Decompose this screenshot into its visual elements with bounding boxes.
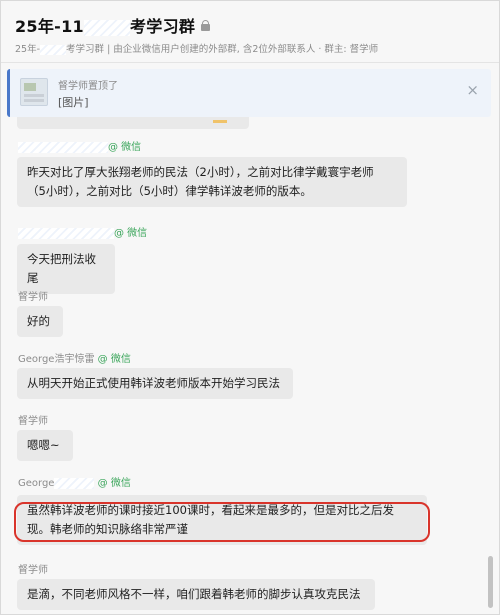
redacted-area — [18, 141, 108, 153]
subtitle-middle: 考学习群 — [66, 44, 105, 55]
message-bubble[interactable]: 虽然韩详波老师的课时接近100课时，看起来是最多的，但是对比之后发 现。韩老师的… — [17, 495, 427, 545]
subtitle-prefix: 25年- — [15, 44, 41, 55]
message-bubble[interactable]: 从明天开始正式使用韩详波老师版本开始学习民法 — [17, 368, 293, 399]
message-bubble[interactable]: 好的 — [17, 306, 63, 337]
chat-subtitle: 25年- 考学习群 | 由企业微信用户创建的外部群, 含2位外部联系人 · 群主:… — [15, 41, 495, 55]
wechat-tag: @ 微信 — [94, 478, 131, 489]
message-text-line: 昨天对比了厚大张翔老师的民法（2小时），之前对比律学戴寰宇老师 — [27, 165, 374, 179]
title-row: 25年-11 考学习群 — [15, 13, 211, 37]
pinned-message-bar[interactable]: 督学师置顶了 [图片] × — [7, 69, 491, 117]
lock-icon — [201, 19, 211, 31]
pinned-content: [图片] — [58, 96, 89, 109]
wechat-tag: @ 微信 — [108, 142, 142, 153]
chat-title-prefix: 25年-11 — [15, 17, 84, 36]
wechat-tag: @ 微信 — [114, 228, 148, 239]
subtitle-suffix: | 由企业微信用户创建的外部群, 含2位外部联系人 · 群主: 督学师 — [104, 44, 379, 55]
message-text-line: 虽然韩详波老师的课时接近100课时，看起来是最多的，但是对比之后发 — [27, 503, 394, 517]
wechat-tag: @ 微信 — [94, 354, 131, 365]
close-icon[interactable]: × — [466, 83, 479, 98]
chat-title[interactable]: 25年-11 考学习群 — [15, 13, 195, 37]
pinned-image-thumbnail[interactable] — [20, 78, 48, 106]
message-text-line: 嗯嗯~ — [27, 438, 60, 452]
message-text-line: 现。韩老师的知识脉络非常严谨 — [27, 522, 188, 536]
redacted-area — [18, 227, 114, 239]
message-sender[interactable]: 督学师 — [18, 288, 48, 303]
message-sender[interactable]: @ 微信 — [18, 138, 141, 153]
message-sender[interactable]: @ 微信 — [18, 224, 147, 239]
message-sender[interactable]: 督学师 — [18, 561, 48, 576]
message-list[interactable]: @ 微信 昨天对比了厚大张翔老师的民法（2小时），之前对比律学戴寰宇老师 （5小… — [1, 117, 499, 614]
message-bubble[interactable]: 嗯嗯~ — [17, 430, 73, 461]
message-sender[interactable]: 督学师 — [18, 412, 48, 427]
message-text-line: 好的 — [27, 314, 50, 328]
message-bubble-partial — [17, 117, 249, 129]
message-text-line: 是滴，不同老师风格不一样，咱们跟着韩老师的脚步认真攻克民法 — [27, 587, 361, 601]
message-bubble[interactable]: 昨天对比了厚大张翔老师的民法（2小时），之前对比律学戴寰宇老师 （5小时），之前… — [17, 157, 407, 207]
redacted-area — [40, 44, 67, 55]
chat-header: 25年-11 考学习群 25年- 考学习群 | 由企业微信用户创建的外部群, 含2位… — [1, 1, 499, 63]
message-sender[interactable]: George @ 微信 — [18, 474, 131, 489]
message-text-line: 今天把刑法收尾 — [27, 252, 96, 285]
redacted-area — [83, 19, 130, 36]
chat-window: 25年-11 考学习群 25年- 考学习群 | 由企业微信用户创建的外部群, 含2位… — [0, 0, 500, 615]
message-bubble[interactable]: 今天把刑法收尾 — [17, 244, 115, 294]
scrollbar-thumb[interactable] — [488, 556, 493, 608]
message-text-line: （5小时），之前对比（5小时）律学韩详波老师的版本。 — [27, 184, 312, 198]
message-text-line: 从明天开始正式使用韩详波老师版本开始学习民法 — [27, 376, 280, 390]
redacted-area — [54, 477, 95, 489]
pinned-by-label: 督学师置顶了 — [58, 81, 118, 92]
message-sender[interactable]: George浩宇惊雷 @ 微信 — [18, 350, 131, 365]
chat-title-suffix: 考学习群 — [129, 17, 196, 36]
message-bubble[interactable]: 是滴，不同老师风格不一样，咱们跟着韩老师的脚步认真攻克民法 — [17, 579, 375, 610]
